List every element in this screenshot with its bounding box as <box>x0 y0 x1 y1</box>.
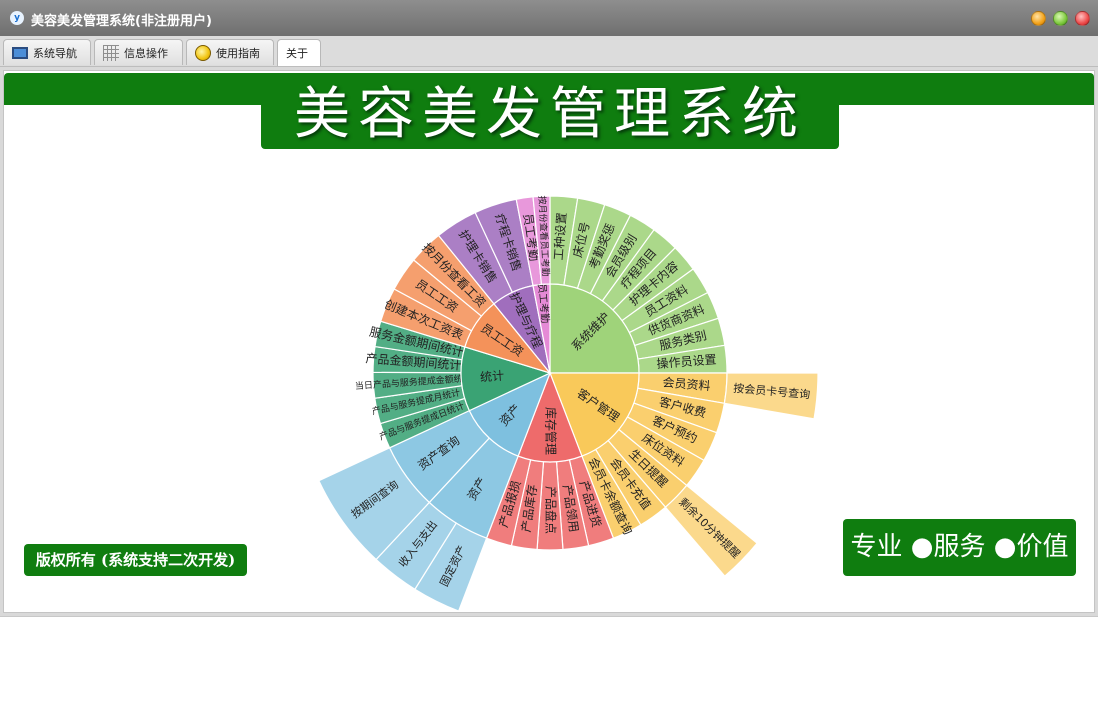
app-window: y 美容美发管理系统(非注册用户) 系统导航 信息操作 使用指南 关于 美容美发… <box>0 0 1098 617</box>
feature-sunburst-diagram: 工种设置 床位号考勤奖惩会员级别疗程项目护理卡内容员工资料供货商资料服务类别操作员… <box>318 195 819 612</box>
sunburst-label: 库存管理 <box>544 407 559 455</box>
copyright-label: 版权所有 (系统支持二次开发) <box>24 544 247 576</box>
window-bottom-edge <box>0 616 1098 617</box>
slogan-label: 专业 ●服务 ●价值 <box>843 519 1076 576</box>
sunburst-label: 产品盘点 <box>544 486 559 534</box>
sunburst-label: 统计 <box>480 369 505 385</box>
